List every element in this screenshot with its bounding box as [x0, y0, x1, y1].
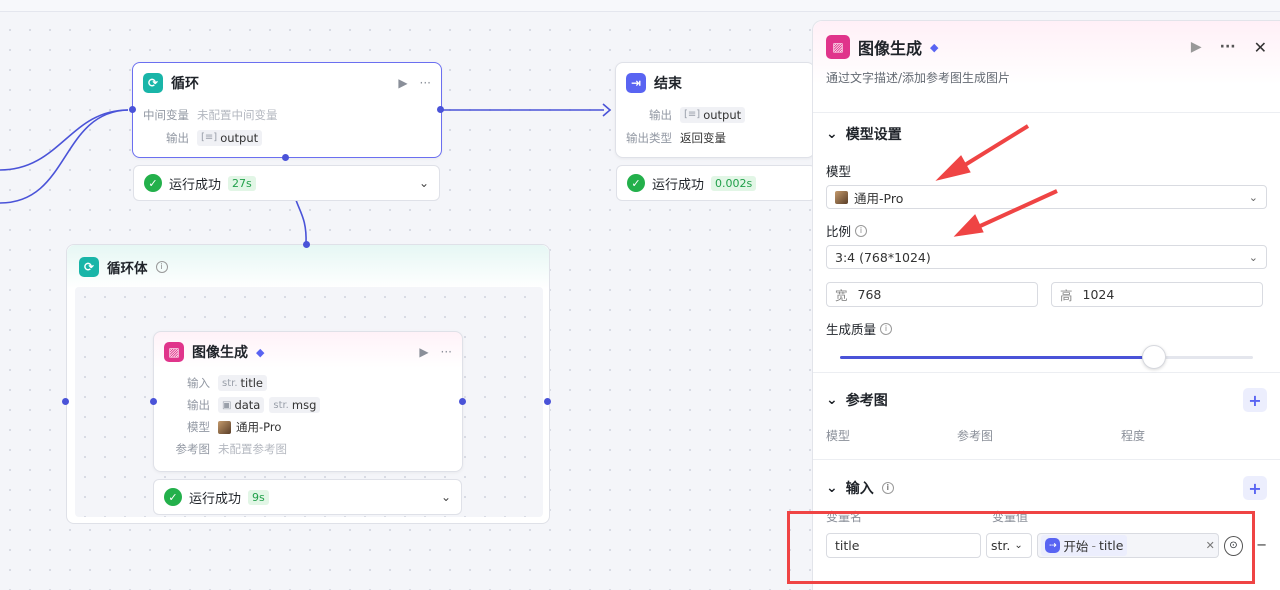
- annotation-arrows: [935, 124, 1058, 237]
